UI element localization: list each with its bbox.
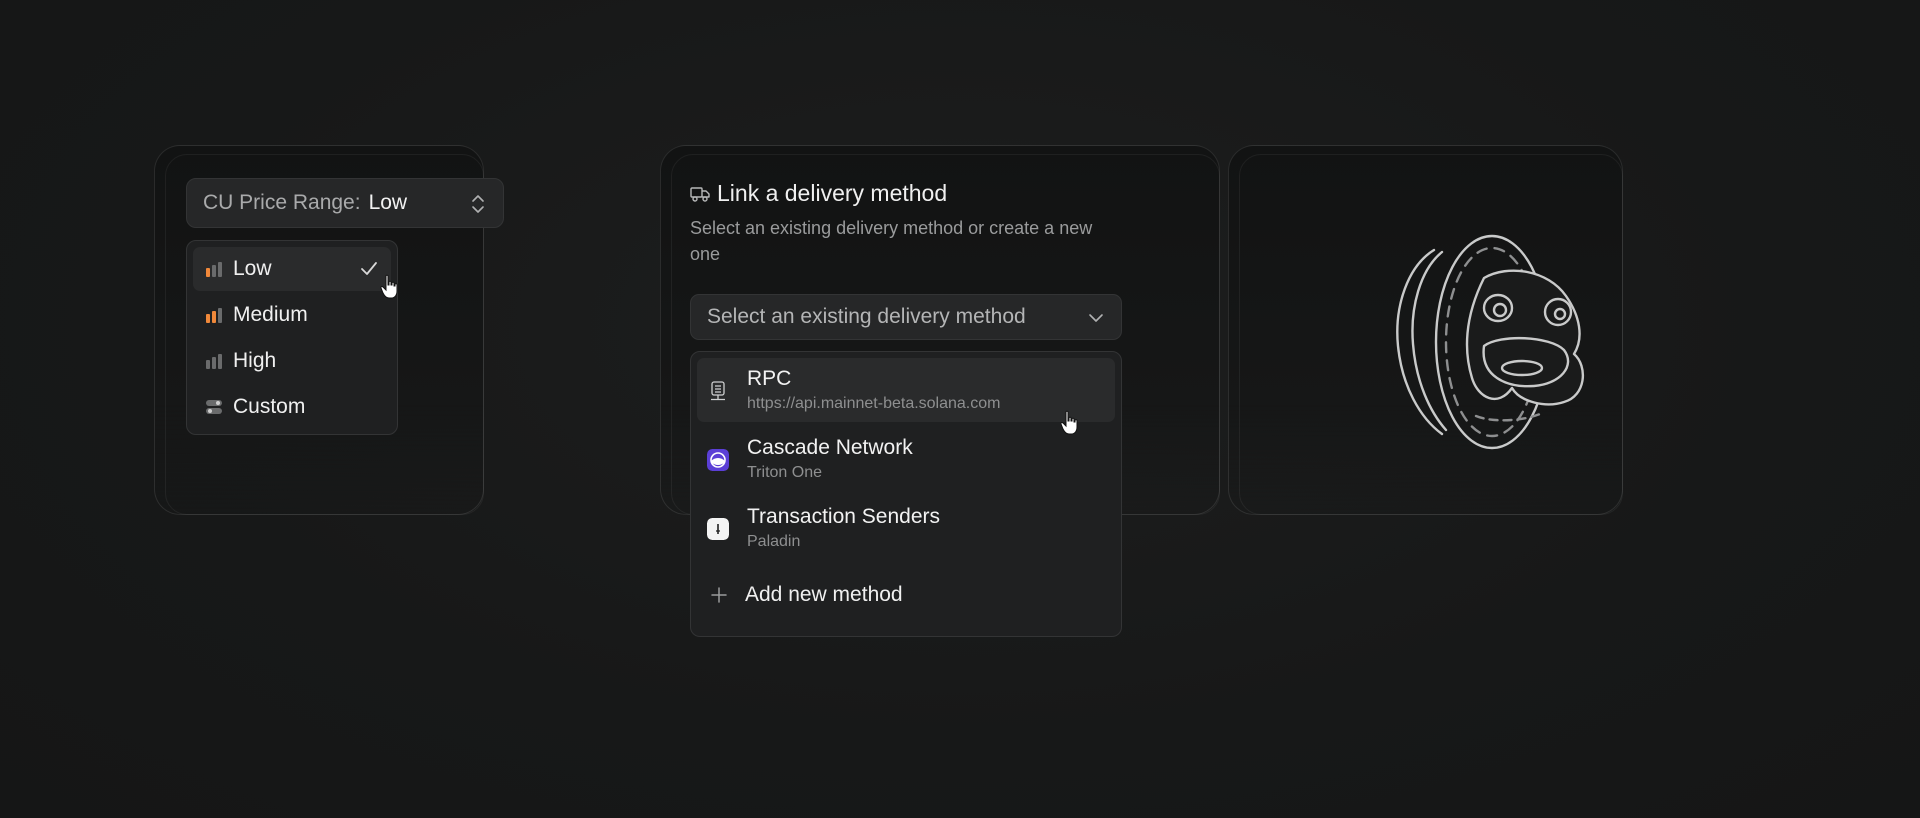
option-label: Custom (233, 395, 306, 418)
cu-price-menu: Low Medium High Custom (186, 240, 398, 435)
delivery-title-text: Link a delivery method (717, 180, 948, 206)
method-name: Transaction Senders (747, 505, 940, 528)
delivery-title: Link a delivery method (690, 180, 947, 207)
hand-cursor-icon (1060, 410, 1078, 435)
cu-price-option-high[interactable]: High (193, 339, 391, 383)
delivery-method-menu: RPC https://api.mainnet-beta.solana.com … (690, 351, 1122, 637)
cu-price-option-low[interactable]: Low (193, 247, 391, 291)
delivery-method-select[interactable]: Select an existing delivery method (690, 294, 1122, 340)
add-new-method-button[interactable]: Add new method (697, 565, 1115, 625)
method-name: Cascade Network (747, 436, 913, 459)
toggles-icon (206, 400, 222, 414)
delivery-option-cascade[interactable]: Cascade Network Triton One (697, 427, 1115, 491)
signal-bars-low-icon (206, 262, 222, 277)
chevron-down-icon (1089, 314, 1103, 322)
cascade-icon (707, 449, 729, 471)
paladin-icon (707, 518, 729, 540)
option-label: High (233, 349, 277, 372)
method-desc: Triton One (747, 464, 822, 481)
cu-price-label: CU Price Range: (203, 191, 361, 214)
plus-icon (711, 587, 727, 603)
method-desc: Paladin (747, 533, 801, 550)
cu-price-option-custom[interactable]: Custom (193, 385, 391, 429)
mascot-logo-icon (1396, 234, 1585, 450)
cu-price-option-medium[interactable]: Medium (193, 293, 391, 337)
signal-bars-medium-icon (206, 308, 222, 323)
stage: CU Price Range: Low Low Medium High Cust… (0, 0, 1920, 818)
method-desc: https://api.mainnet-beta.solana.com (747, 395, 1001, 412)
delivery-option-rpc[interactable]: RPC https://api.mainnet-beta.solana.com (697, 358, 1115, 422)
truck-icon (690, 186, 710, 202)
method-name: RPC (747, 367, 792, 390)
add-new-method-label: Add new method (745, 583, 903, 606)
chevron-up-down-icon (472, 195, 484, 213)
signal-bars-high-icon (206, 354, 222, 369)
hand-cursor-icon (380, 274, 398, 299)
delivery-option-transaction-senders[interactable]: Transaction Senders Paladin (697, 496, 1115, 560)
option-label: Low (233, 257, 272, 280)
option-label: Medium (233, 303, 308, 326)
delivery-subtitle: Select an existing delivery method or cr… (690, 218, 1093, 264)
delivery-select-placeholder: Select an existing delivery method (707, 305, 1026, 328)
cu-price-select[interactable]: CU Price Range: Low (186, 178, 504, 228)
cu-price-value: Low (368, 191, 408, 214)
check-icon (361, 262, 377, 275)
server-icon (711, 381, 725, 401)
